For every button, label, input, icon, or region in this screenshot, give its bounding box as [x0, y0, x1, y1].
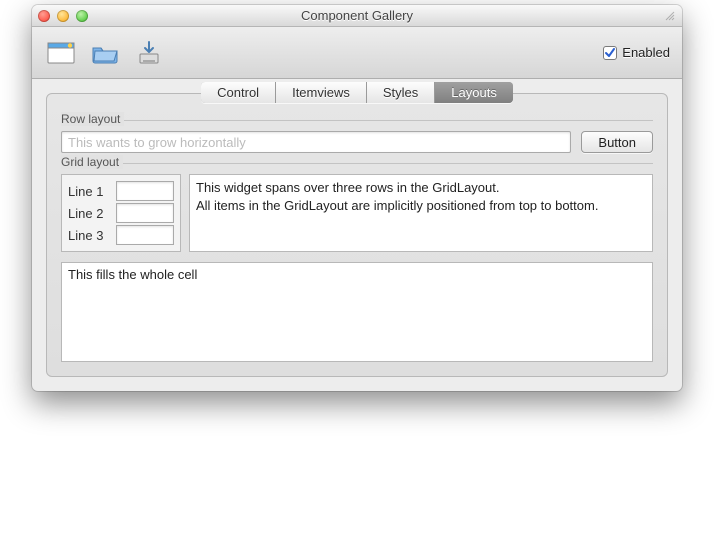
close-icon[interactable]	[38, 10, 50, 22]
new-window-icon[interactable]	[44, 36, 78, 70]
grid-line-row: Line 2	[68, 203, 174, 223]
check-icon	[603, 46, 617, 60]
row-layout-button[interactable]: Button	[581, 131, 653, 153]
fill-cell-text: This fills the whole cell	[61, 262, 653, 362]
grid-layout-label: Grid layout	[61, 155, 123, 169]
tab-bar: Control Itemviews Styles Layouts	[47, 93, 667, 114]
window: Component Gallery	[32, 5, 682, 391]
tab-styles[interactable]: Styles	[367, 82, 435, 103]
row-layout-group: Row layout Button	[61, 120, 653, 153]
minimize-icon[interactable]	[57, 10, 69, 22]
row-layout-label: Row layout	[61, 112, 124, 126]
tab-control[interactable]: Control	[201, 82, 276, 103]
grid-lines-box: Line 1 Line 2 Line 3	[61, 174, 181, 252]
row-layout-input[interactable]	[61, 131, 571, 153]
line-label: Line 3	[68, 228, 110, 243]
toolbar: Enabled	[32, 27, 682, 79]
line3-input[interactable]	[116, 225, 174, 245]
line2-input[interactable]	[116, 203, 174, 223]
titlebar: Component Gallery	[32, 5, 682, 27]
window-title: Component Gallery	[32, 8, 682, 23]
line1-input[interactable]	[116, 181, 174, 201]
tab-itemviews[interactable]: Itemviews	[276, 82, 367, 103]
enabled-checkbox[interactable]: Enabled	[603, 45, 670, 60]
window-controls	[38, 10, 88, 22]
content-area: Control Itemviews Styles Layouts Row lay…	[32, 79, 682, 391]
line-label: Line 1	[68, 184, 110, 199]
save-disk-icon[interactable]	[132, 36, 166, 70]
main-panel: Control Itemviews Styles Layouts Row lay…	[46, 93, 668, 377]
line-label: Line 2	[68, 206, 110, 221]
grid-layout-group: Grid layout Line 1 Line 2 Line 3	[61, 163, 653, 252]
grid-line-row: Line 1	[68, 181, 174, 201]
grid-span-text: This widget spans over three rows in the…	[189, 174, 653, 252]
open-folder-icon[interactable]	[88, 36, 122, 70]
tab-layouts[interactable]: Layouts	[435, 82, 513, 103]
resize-icon[interactable]	[664, 10, 676, 22]
enabled-label: Enabled	[622, 45, 670, 60]
grid-line-row: Line 3	[68, 225, 174, 245]
zoom-icon[interactable]	[76, 10, 88, 22]
